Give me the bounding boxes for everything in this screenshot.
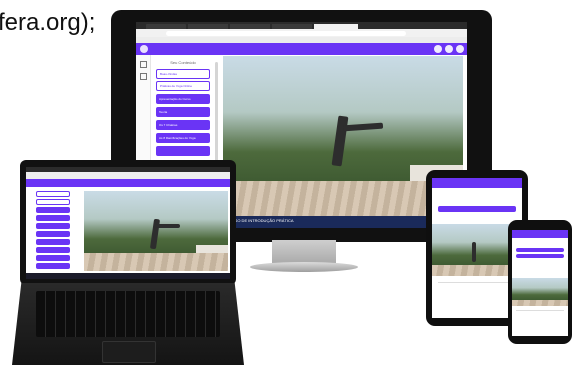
laptop-menu-item[interactable] — [36, 223, 70, 229]
laptop-menu-item[interactable] — [36, 207, 70, 213]
laptop-yoga-instructor-leg — [156, 224, 180, 228]
phone-menu-button[interactable] — [516, 248, 564, 252]
yoga-instructor-leg — [342, 122, 384, 132]
laptop-site-header — [26, 179, 230, 187]
menu-icon[interactable] — [140, 45, 148, 53]
laptop-touchpad[interactable] — [102, 341, 156, 363]
caption-text: fera.org); — [0, 9, 96, 36]
laptop-video[interactable] — [84, 191, 228, 271]
laptop-menu-item[interactable] — [36, 247, 70, 253]
sidebar-item-chakras[interactable]: Os 7 Chakras — [156, 120, 210, 130]
laptop-taskbar — [26, 273, 230, 279]
laptop-menu-item[interactable] — [36, 231, 70, 237]
sidebar-heading: Seu Conteúdo — [170, 60, 196, 65]
site-header — [136, 43, 467, 55]
phone-screen — [512, 230, 568, 336]
sidebar-item-boas-vindas[interactable]: Boas-Vindas — [156, 69, 210, 79]
phone-header — [512, 230, 568, 238]
tablet-header — [432, 178, 522, 188]
phone-content — [516, 310, 564, 329]
address-bar[interactable] — [166, 30, 406, 36]
home-icon[interactable] — [140, 61, 147, 68]
sidebar-item-praticas-online[interactable]: Práticas de Yoga Online — [156, 81, 210, 91]
settings-icon[interactable] — [456, 45, 464, 53]
laptop-keyboard[interactable] — [36, 291, 220, 337]
laptop-sidebar — [36, 191, 70, 275]
user-avatar[interactable] — [445, 45, 453, 53]
sidebar-item-apresentacao[interactable]: Apresentação do Curso — [156, 94, 210, 104]
laptop-menu-item[interactable] — [36, 239, 70, 245]
monitor-stand-neck — [272, 240, 336, 264]
browser-address-row — [136, 29, 467, 37]
laptop-menu-item[interactable] — [36, 255, 70, 261]
laptop-base — [12, 283, 244, 365]
laptop-address-row — [26, 172, 230, 179]
book-icon[interactable] — [140, 73, 147, 80]
sidebar-item-more[interactable] — [156, 146, 210, 156]
tablet-menu-button[interactable] — [438, 206, 516, 212]
laptop-menu-item[interactable] — [36, 263, 70, 269]
laptop-menu-item[interactable] — [36, 191, 70, 197]
sidebar-item-teoria[interactable]: Teoria — [156, 107, 210, 117]
laptop-menu-item[interactable] — [36, 199, 70, 205]
laptop-screen — [26, 167, 230, 279]
phone-video[interactable] — [512, 278, 568, 306]
phone — [508, 220, 572, 344]
tablet-yoga-instructor — [472, 242, 476, 262]
tablet-content — [438, 282, 516, 303]
sidebar-item-ramificacoes[interactable]: As 8 Ramificações do Yoga — [156, 133, 210, 143]
phone-menu-button[interactable] — [516, 254, 564, 258]
laptop-lid — [20, 160, 236, 285]
monitor-stand-base — [250, 262, 358, 272]
notification-icon[interactable] — [434, 45, 442, 53]
yoga-instructor — [331, 115, 349, 167]
browser-tab-bar — [136, 22, 467, 29]
laptop-menu-item[interactable] — [36, 215, 70, 221]
video-footer-text: CURSO DE INTRODUÇÃO PRÁTICA — [226, 218, 294, 223]
